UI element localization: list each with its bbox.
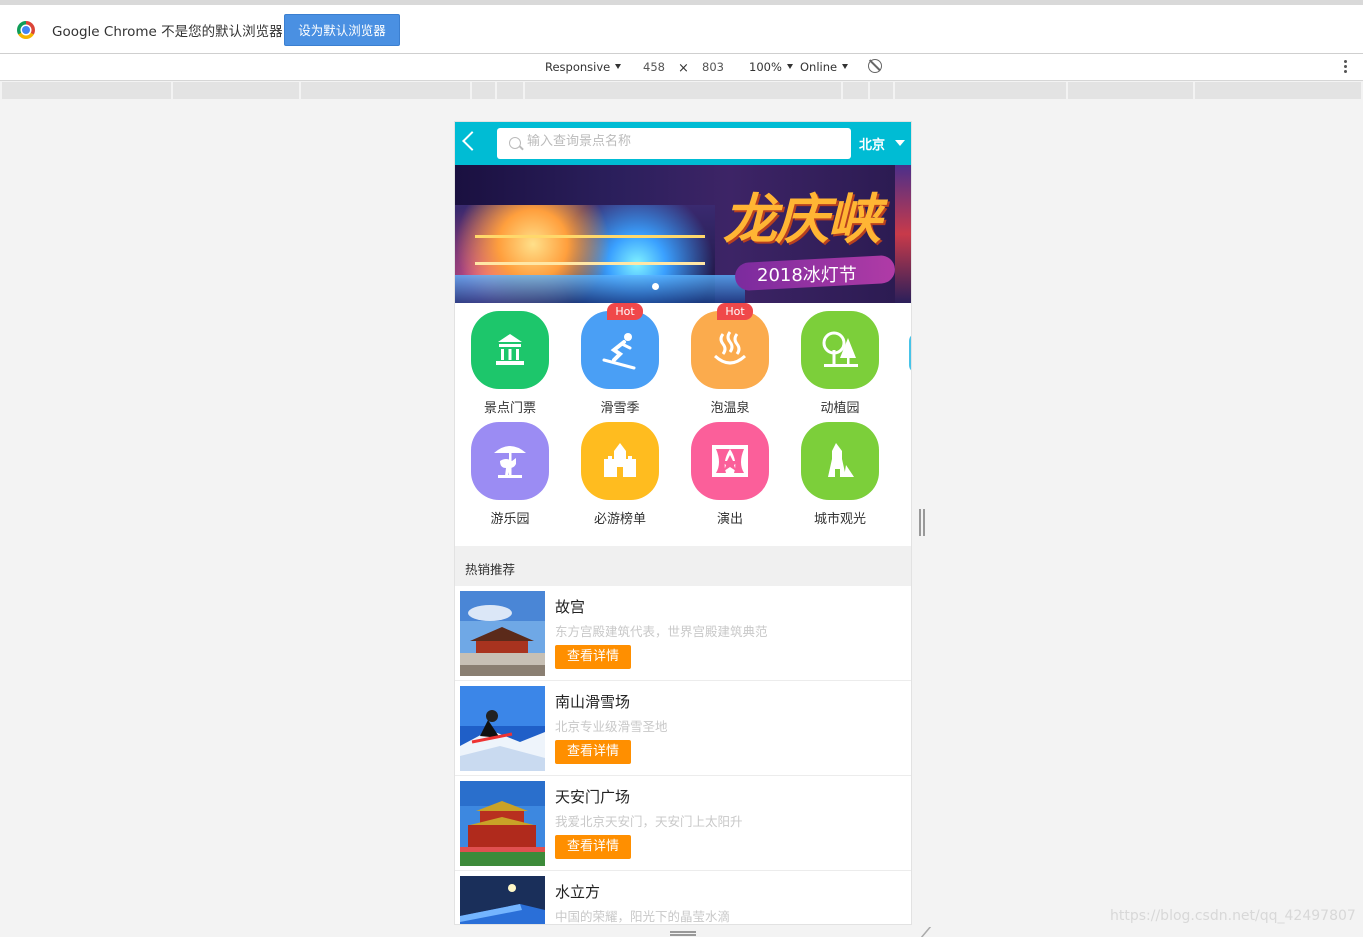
- carousel-icon: [471, 422, 549, 500]
- castle-icon: [581, 422, 659, 500]
- banner-title: 龙庆峡: [723, 187, 881, 251]
- item-description: 中国的荣耀，阳光下的晶莹水滴: [555, 909, 731, 924]
- chevron-down-icon: [615, 64, 622, 69]
- search-icon: [509, 137, 521, 149]
- item-name: 南山滑雪场: [555, 693, 631, 711]
- resize-handle-right[interactable]: [919, 509, 925, 536]
- next-slide-peek: [895, 165, 911, 303]
- item-name: 天安门广场: [555, 788, 631, 806]
- city-selector[interactable]: 北京: [859, 134, 885, 153]
- carousel-indicator[interactable]: [652, 283, 659, 290]
- network-throttle-select[interactable]: Online: [800, 60, 849, 74]
- resize-handle-bottom[interactable]: [670, 931, 696, 936]
- category-skiing[interactable]: Hot 滑雪季: [565, 303, 665, 416]
- list-item[interactable]: 南山滑雪场 北京专业级滑雪圣地 查看详情: [455, 681, 911, 776]
- item-name: 水立方: [555, 883, 601, 901]
- chevron-down-icon: [842, 64, 849, 69]
- zoom-select[interactable]: 100%: [749, 60, 793, 74]
- skier-icon: [581, 311, 659, 389]
- banner-subtitle: 2018冰灯节: [757, 265, 857, 286]
- view-details-button[interactable]: 查看详情: [555, 740, 631, 764]
- water-cube-image: [460, 876, 545, 924]
- more-options-icon[interactable]: [1344, 60, 1347, 74]
- category-scenic-tickets[interactable]: 景点门票: [455, 303, 555, 416]
- device-viewport: 北京 龙庆峡 2018冰灯节 景点门票 Hot 滑雪季: [454, 121, 912, 925]
- chrome-logo-icon: [17, 21, 35, 39]
- item-description: 我爱北京天安门，天安门上太阳升: [555, 814, 743, 829]
- hot-spring-icon: [691, 311, 769, 389]
- ski-resort-image: [460, 686, 545, 771]
- item-description: 东方宫殿建筑代表，世界宫殿建筑典范: [555, 624, 768, 639]
- device-select[interactable]: Responsive: [545, 60, 622, 74]
- list-item[interactable]: 水立方 中国的荣耀，阳光下的晶莹水滴: [455, 871, 911, 924]
- category-label: 城市观光: [813, 512, 866, 527]
- search-box[interactable]: [497, 128, 851, 159]
- chevron-down-icon: [786, 64, 793, 69]
- rotate-icon[interactable]: [868, 59, 882, 73]
- height-input[interactable]: 803: [702, 60, 724, 74]
- next-category-peek: [909, 333, 911, 373]
- forbidden-city-image: [460, 591, 545, 676]
- media-query-ruler: [0, 82, 1363, 99]
- category-must-visit[interactable]: 必游榜单: [565, 414, 665, 527]
- category-zoo-botanical[interactable]: 动植园: [785, 303, 885, 416]
- search-input[interactable]: [527, 134, 827, 149]
- tree-icon: [801, 311, 879, 389]
- promo-banner[interactable]: 龙庆峡 2018冰灯节: [455, 165, 911, 303]
- list-item[interactable]: 天安门广场 我爱北京天安门，天安门上太阳升 查看详情: [455, 776, 911, 871]
- category-hot-spring[interactable]: Hot 泡温泉: [675, 303, 775, 416]
- hot-badge: Hot: [717, 303, 753, 320]
- default-browser-infobar: Google Chrome 不是您的默认浏览器 设为默认浏览器: [0, 0, 1363, 54]
- list-item[interactable]: 故宫 东方宫殿建筑代表，世界宫殿建筑典范 查看详情: [455, 586, 911, 681]
- tower-icon: [801, 422, 879, 500]
- category-city-tour[interactable]: 城市观光: [785, 414, 885, 527]
- app-header: 北京: [455, 122, 911, 165]
- hot-badge: Hot: [607, 303, 643, 320]
- category-label: 游乐园: [490, 512, 530, 527]
- section-title: 热销推荐: [465, 562, 516, 577]
- item-description: 北京专业级滑雪圣地: [555, 719, 668, 734]
- set-default-browser-button[interactable]: 设为默认浏览器: [284, 14, 400, 46]
- category-label: 必游榜单: [593, 512, 646, 527]
- category-grid: 景点门票 Hot 滑雪季 Hot 泡温泉 动植园 游乐园 必游榜单 演出 城市观…: [455, 303, 911, 546]
- temple-icon: [471, 311, 549, 389]
- category-shows[interactable]: 演出: [675, 414, 775, 527]
- stage-icon: [691, 422, 769, 500]
- view-details-button[interactable]: 查看详情: [555, 645, 631, 669]
- resize-handle-corner[interactable]: [910, 927, 932, 937]
- category-amusement-park[interactable]: 游乐园: [455, 414, 555, 527]
- caret-down-icon[interactable]: [895, 140, 905, 146]
- width-input[interactable]: 458: [643, 60, 665, 74]
- item-name: 故宫: [555, 598, 586, 616]
- infobar-message: Google Chrome 不是您的默认浏览器: [52, 24, 283, 40]
- category-label: 演出: [716, 512, 743, 527]
- view-details-button[interactable]: 查看详情: [555, 835, 631, 859]
- dimension-separator: ×: [678, 61, 689, 76]
- section-header: 热销推荐: [455, 546, 911, 586]
- tiananmen-image: [460, 781, 545, 866]
- back-arrow-icon[interactable]: [462, 131, 482, 151]
- watermark: https://blog.csdn.net/qq_42497807: [1110, 908, 1356, 924]
- device-toolbar: Responsive 458 × 803 100% Online: [0, 54, 1363, 81]
